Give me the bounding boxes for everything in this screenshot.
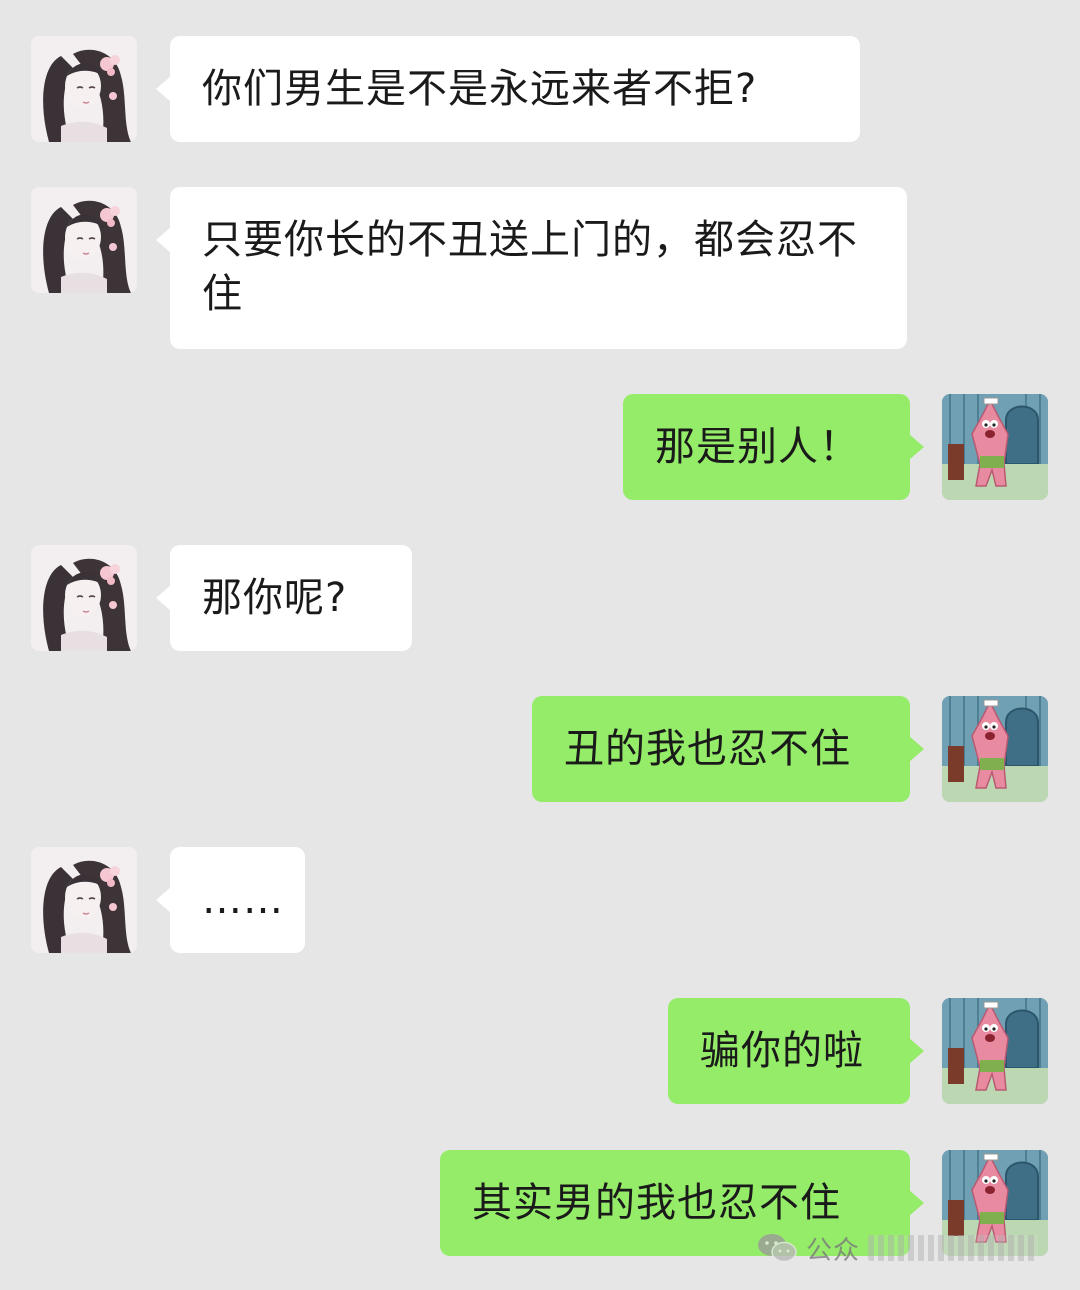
message-text: 那你呢? (202, 575, 348, 621)
wechat-icon (758, 1234, 797, 1263)
message-text: 丑的我也忍不住 (564, 726, 851, 772)
message-bubble-incoming[interactable]: 那你呢? (156, 545, 412, 651)
message-bubble-outgoing[interactable]: 那是别人！ (623, 394, 924, 500)
message-text: 那是别人！ (655, 424, 860, 470)
my-avatar[interactable] (942, 394, 1048, 500)
contact-avatar[interactable] (31, 847, 137, 953)
chat-window: 你们男生是不是永远来者不拒? 只要你长的不丑送上门的，都会忍不住 那是别人！ 那… (0, 0, 1080, 1290)
message-bubble-outgoing[interactable]: 骗你的啦 (668, 998, 924, 1104)
message-bubble-incoming[interactable]: 你们男生是不是永远来者不拒? (156, 36, 860, 142)
contact-avatar[interactable] (31, 187, 137, 293)
message-text: 你们男生是不是永远来者不拒? (202, 66, 758, 112)
message-text: …… (202, 877, 284, 923)
message-text: 骗你的啦 (700, 1028, 864, 1074)
message-bubble-outgoing[interactable]: 丑的我也忍不住 (532, 696, 924, 802)
message-text: 只要你长的不丑送上门的，都会忍不住 (202, 217, 858, 317)
my-avatar[interactable] (942, 696, 1048, 802)
watermark-text: 公众 (806, 1234, 861, 1265)
message-bubble-incoming[interactable]: 只要你长的不丑送上门的，都会忍不住 (156, 187, 907, 349)
my-avatar[interactable] (942, 998, 1048, 1104)
watermark: 公众 (756, 1226, 1056, 1270)
message-bubble-incoming[interactable]: …… (156, 847, 305, 953)
message-text: 其实男的我也忍不住 (472, 1180, 841, 1226)
contact-avatar[interactable] (31, 36, 137, 142)
contact-avatar[interactable] (31, 545, 137, 651)
watermark-blur (868, 1235, 1039, 1261)
